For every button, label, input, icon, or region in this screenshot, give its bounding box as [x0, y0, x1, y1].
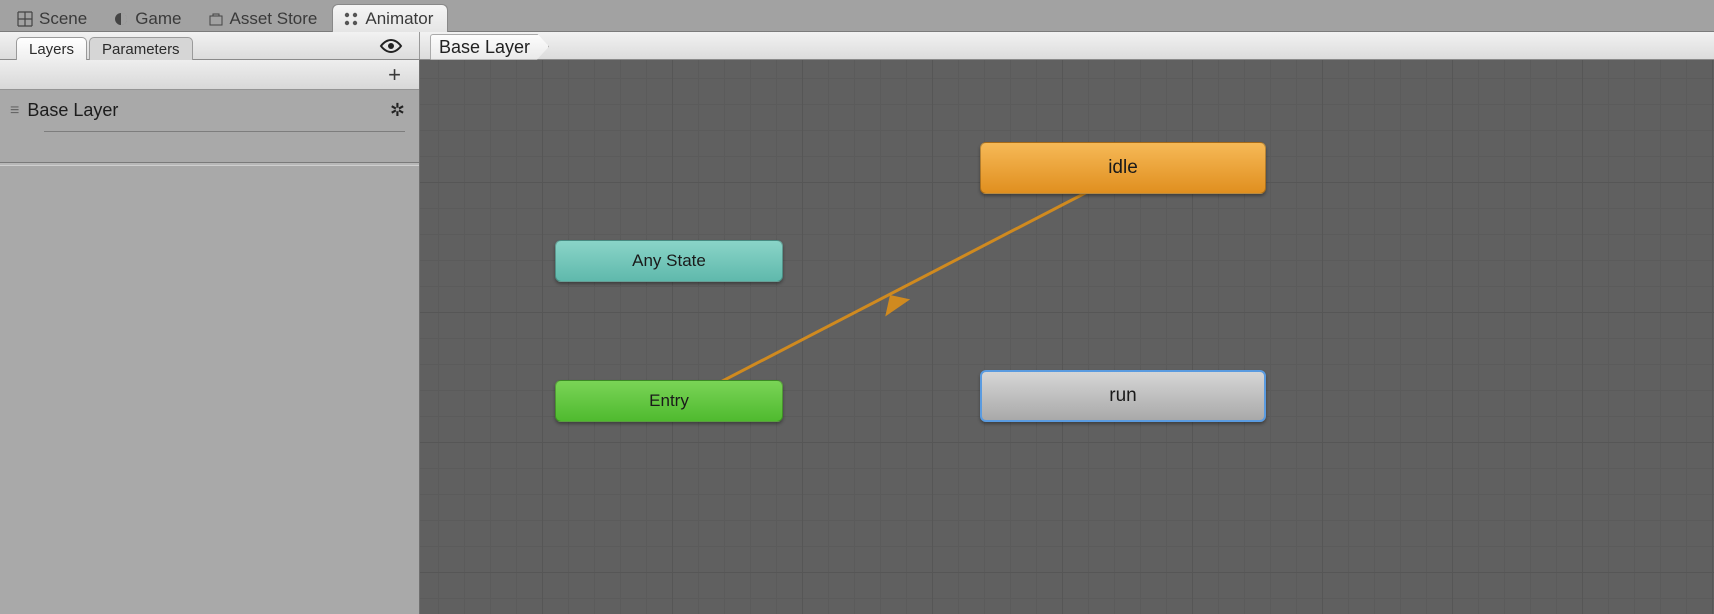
- tab-asset-store[interactable]: Asset Store: [197, 4, 333, 32]
- state-idle[interactable]: idle: [980, 142, 1266, 194]
- layer-underline: [44, 131, 405, 132]
- breadcrumb: Base Layer: [420, 32, 1714, 59]
- game-icon: [113, 11, 129, 27]
- tab-label: Game: [135, 9, 181, 29]
- state-label: Entry: [649, 391, 689, 411]
- store-icon: [208, 11, 224, 27]
- state-label: idle: [1108, 157, 1138, 179]
- main-split: + ≡ Base Layer ✲ Any State Entry idle ru…: [0, 60, 1714, 614]
- sidebar-tab-layers[interactable]: Layers: [16, 37, 87, 60]
- main-tab-bar: Scene Game Asset Store Animator: [0, 0, 1714, 32]
- sidebar-tab-bar: Layers Parameters: [0, 32, 420, 59]
- tab-label: Scene: [39, 9, 87, 29]
- visibility-icon[interactable]: [379, 38, 403, 54]
- sidebar-tab-label: Layers: [29, 41, 74, 58]
- layer-name: Base Layer: [27, 100, 380, 121]
- layer-row[interactable]: ≡ Base Layer ✲: [0, 90, 419, 131]
- animator-icon: [343, 11, 359, 27]
- animator-graph-canvas[interactable]: Any State Entry idle run: [420, 60, 1714, 614]
- sidebar-tab-parameters[interactable]: Parameters: [89, 37, 193, 60]
- tab-label: Asset Store: [230, 9, 318, 29]
- sidebar-tab-label: Parameters: [102, 41, 180, 58]
- tab-scene[interactable]: Scene: [6, 4, 102, 32]
- tab-animator[interactable]: Animator: [332, 4, 448, 32]
- state-run[interactable]: run: [980, 370, 1266, 422]
- gear-icon[interactable]: ✲: [390, 100, 405, 121]
- layer-separator: [0, 162, 419, 166]
- sub-bar: Layers Parameters Base Layer: [0, 32, 1714, 60]
- add-layer-bar: +: [0, 60, 419, 90]
- scene-icon: [17, 11, 33, 27]
- state-label: Any State: [632, 251, 706, 271]
- state-entry[interactable]: Entry: [555, 380, 783, 422]
- add-layer-button[interactable]: +: [388, 64, 401, 86]
- breadcrumb-label: Base Layer: [439, 37, 530, 58]
- state-any-state[interactable]: Any State: [555, 240, 783, 282]
- tab-game[interactable]: Game: [102, 4, 196, 32]
- breadcrumb-current[interactable]: Base Layer: [430, 34, 549, 60]
- state-label: run: [1109, 385, 1136, 407]
- drag-handle-icon[interactable]: ≡: [10, 102, 17, 120]
- layers-panel: + ≡ Base Layer ✲: [0, 60, 420, 614]
- tab-label: Animator: [365, 9, 433, 29]
